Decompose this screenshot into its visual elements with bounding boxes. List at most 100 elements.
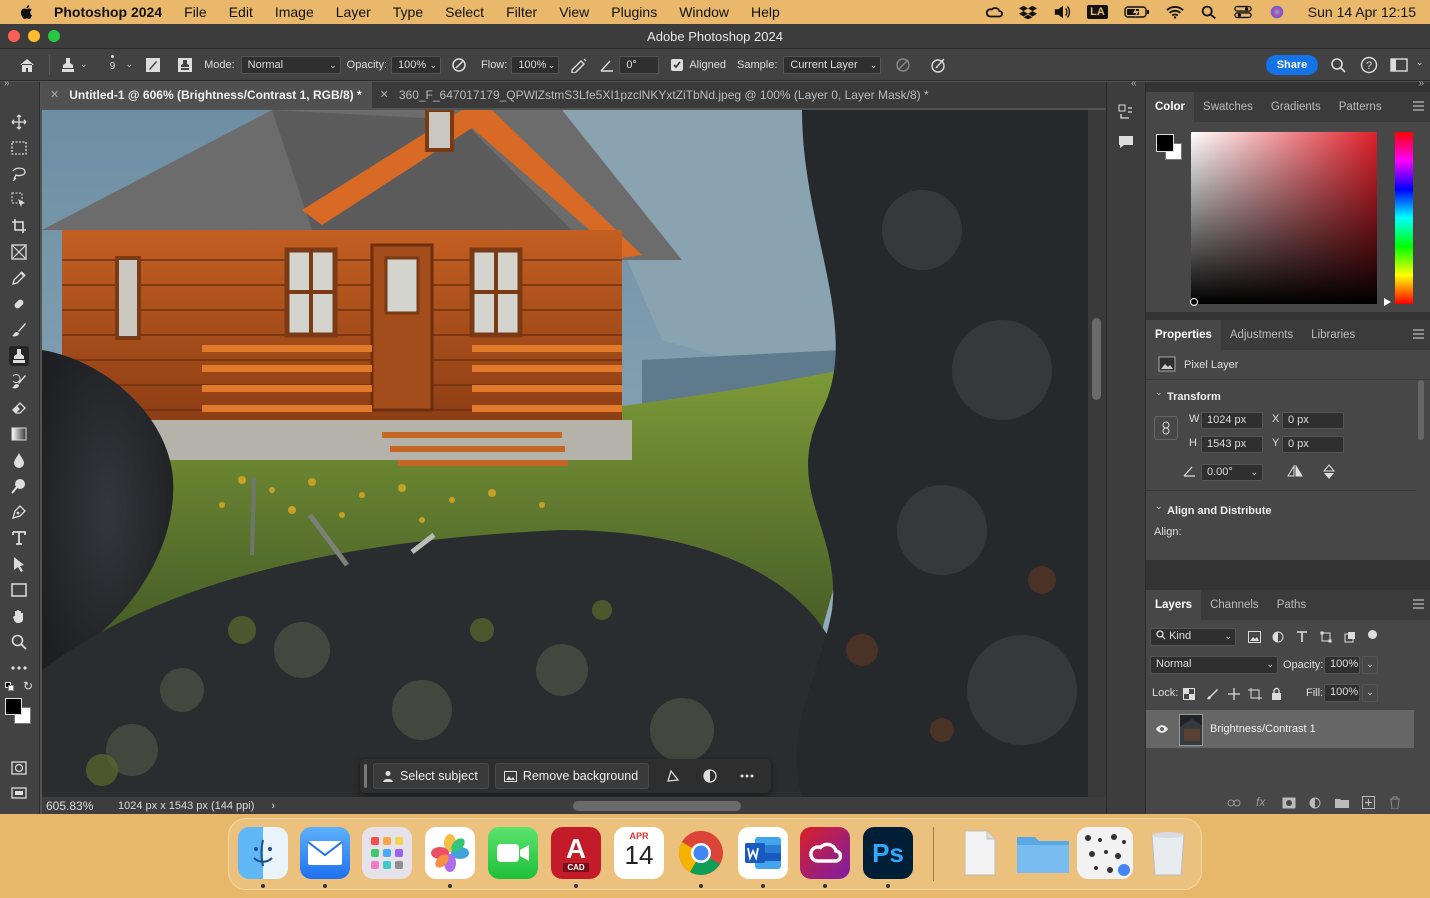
dock-launchpad[interactable]: [362, 827, 412, 879]
more-tools-icon[interactable]: [9, 658, 29, 678]
lasso-tool-icon[interactable]: [9, 164, 29, 184]
new-fill-layer-icon[interactable]: [1309, 797, 1321, 809]
battery-icon[interactable]: [1124, 4, 1150, 20]
opacity-field[interactable]: 100% ⌄: [391, 55, 442, 74]
link-dimensions-icon[interactable]: [1154, 416, 1178, 440]
dock-creative-cloud[interactable]: [800, 827, 850, 879]
menu-view[interactable]: View: [559, 4, 589, 20]
chevron-down-icon[interactable]: ⌄: [1155, 501, 1163, 512]
tab-swatches[interactable]: Swatches: [1194, 92, 1262, 122]
width-field[interactable]: 1024 px: [1201, 412, 1263, 429]
screen-mode-icon[interactable]: [9, 784, 29, 804]
workspace-icon[interactable]: [1389, 55, 1409, 75]
dock-autocad[interactable]: A CAD: [551, 827, 601, 879]
hue-slider-marker[interactable]: [1384, 298, 1391, 306]
flip-vertical-icon[interactable]: [1323, 464, 1335, 480]
color-picker-field[interactable]: [1191, 132, 1377, 304]
filter-toggle-icon[interactable]: [1368, 630, 1377, 639]
menu-select[interactable]: Select: [445, 4, 484, 20]
chevron-down-icon[interactable]: ⌄: [1362, 656, 1378, 674]
menu-clock[interactable]: Sun 14 Apr 12:15: [1308, 4, 1416, 20]
foreground-color-swatch[interactable]: [5, 698, 22, 715]
dock-word[interactable]: [738, 827, 788, 879]
search-icon[interactable]: [1200, 4, 1218, 20]
filter-pixel-icon[interactable]: [1248, 631, 1261, 643]
transform-selection-icon[interactable]: [663, 766, 683, 786]
tab-gradients[interactable]: Gradients: [1262, 92, 1330, 122]
frame-tool-icon[interactable]: [9, 242, 29, 262]
dock-chrome[interactable]: [676, 827, 726, 879]
hue-slider[interactable]: [1395, 132, 1413, 304]
tab-libraries[interactable]: Libraries: [1302, 320, 1364, 350]
chevron-right-icon[interactable]: ›: [271, 800, 275, 812]
tab-untitled-1[interactable]: ✕ Untitled-1 @ 606% (Brightness/Contrast…: [42, 82, 372, 108]
properties-scrollbar[interactable]: [1418, 380, 1424, 440]
move-tool-icon[interactable]: [9, 112, 29, 132]
eraser-icon[interactable]: [9, 398, 29, 418]
swap-colors-icon[interactable]: ↻: [23, 679, 33, 693]
ignore-adjustment-layers-icon[interactable]: [893, 55, 913, 75]
aligned-checkbox[interactable]: [671, 58, 684, 71]
kind-filter-dropdown[interactable]: Kind ⌄: [1150, 628, 1236, 646]
rectangle-tool-icon[interactable]: [9, 580, 29, 600]
sample-dropdown[interactable]: Current Layer ⌄: [783, 55, 882, 74]
link-layers-icon[interactable]: [1227, 798, 1241, 808]
eyedropper-icon[interactable]: [9, 268, 29, 288]
apple-icon[interactable]: [18, 3, 36, 21]
panel-menu-icon[interactable]: [1413, 599, 1424, 609]
zoom-tool-icon[interactable]: [9, 632, 29, 652]
comments-panel-icon[interactable]: [1118, 134, 1134, 155]
tab-color[interactable]: Color: [1146, 92, 1195, 122]
volume-icon[interactable]: [1053, 4, 1071, 20]
new-layer-icon[interactable]: [1362, 796, 1375, 809]
zoom-window-button[interactable]: [48, 30, 60, 42]
close-window-button[interactable]: [8, 30, 20, 42]
menu-plugins[interactable]: Plugins: [611, 4, 657, 20]
search-icon[interactable]: [1328, 55, 1348, 75]
foreground-color-swatch[interactable]: [1156, 134, 1174, 152]
brush-size-picker[interactable]: 9: [106, 54, 120, 72]
tab-patterns[interactable]: Patterns: [1330, 92, 1391, 122]
la-icon[interactable]: LA: [1087, 5, 1108, 19]
blur-tool-icon[interactable]: [9, 450, 29, 470]
dock-facetime[interactable]: [488, 827, 538, 879]
mode-dropdown[interactable]: Normal ⌄: [240, 55, 341, 74]
marquee-tool-icon[interactable]: [9, 138, 29, 158]
share-button[interactable]: Share: [1266, 55, 1318, 75]
layer-row[interactable]: Brightness/Contrast 1: [1146, 710, 1414, 748]
clone-stamp-preset-icon[interactable]: [58, 55, 78, 75]
add-mask-icon[interactable]: [1282, 797, 1296, 809]
tab-adjustments[interactable]: Adjustments: [1221, 320, 1302, 350]
chevron-down-icon[interactable]: ⌄: [80, 59, 88, 70]
filter-adjustment-icon[interactable]: [1272, 631, 1284, 643]
siri-icon[interactable]: [1268, 4, 1286, 20]
more-options-icon[interactable]: [737, 766, 757, 786]
gradient-tool-icon[interactable]: [9, 424, 29, 444]
close-tab-icon[interactable]: ✕: [380, 82, 389, 108]
pressure-opacity-icon[interactable]: [449, 55, 469, 75]
dock-trash[interactable]: [1143, 827, 1193, 879]
fill-field[interactable]: 100%: [1324, 684, 1360, 702]
pen-tool-icon[interactable]: [9, 502, 29, 522]
quick-mask-icon[interactable]: [9, 758, 29, 778]
menu-window[interactable]: Window: [679, 4, 729, 20]
help-icon[interactable]: ?: [1359, 55, 1379, 75]
menu-help[interactable]: Help: [751, 4, 780, 20]
new-group-icon[interactable]: [1335, 797, 1349, 808]
filter-smart-object-icon[interactable]: [1344, 631, 1356, 643]
control-center-icon[interactable]: [1234, 4, 1252, 20]
hand-tool-icon[interactable]: [9, 606, 29, 626]
menu-filter[interactable]: Filter: [506, 4, 537, 20]
y-field[interactable]: 0 px: [1282, 436, 1344, 453]
tab-paths[interactable]: Paths: [1268, 590, 1315, 620]
history-brush-icon[interactable]: [9, 372, 29, 392]
tab-properties[interactable]: Properties: [1146, 320, 1221, 350]
scroll-thumb[interactable]: [1092, 318, 1101, 400]
brush-tool-icon[interactable]: [9, 320, 29, 340]
menu-edit[interactable]: Edit: [229, 4, 253, 20]
lock-position-icon[interactable]: [1227, 687, 1241, 701]
path-selection-icon[interactable]: [9, 554, 29, 574]
home-icon[interactable]: [17, 55, 37, 75]
tab-channels[interactable]: Channels: [1201, 590, 1268, 620]
clone-source-icon[interactable]: [175, 55, 195, 75]
